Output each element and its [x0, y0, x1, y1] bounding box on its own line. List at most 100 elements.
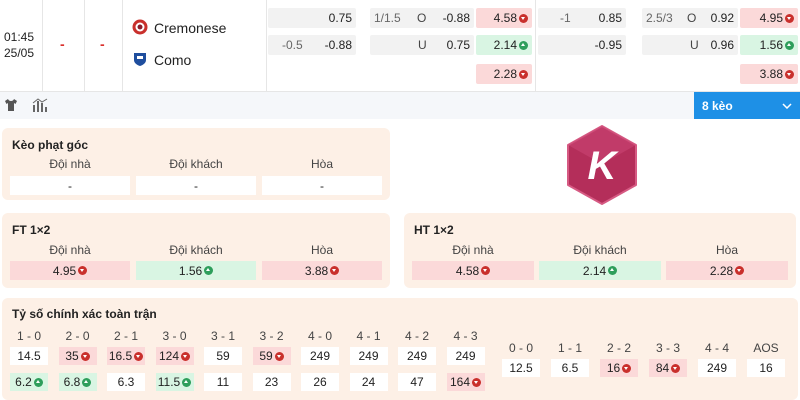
score-odds[interactable]: 16: [747, 359, 785, 377]
score-odds[interactable]: 59: [204, 347, 242, 365]
score-odds[interactable]: 11: [204, 373, 242, 391]
score-odds[interactable]: 249: [698, 359, 736, 377]
odds-ht-1x2-home[interactable]: 4.95: [740, 8, 798, 28]
corner-panel: Kèo phạt góc Đội nhà Đội khách Hòa - - -: [2, 128, 390, 200]
ht-panel: HT 1×2 Đội nhà Đội khách Hòa 4.58 2.14 2…: [404, 213, 796, 288]
match-date: 25/05: [4, 46, 35, 60]
odds-1x2-home[interactable]: 4.58: [476, 8, 532, 28]
score-odds[interactable]: 35: [58, 347, 97, 365]
arrow-down-icon: [274, 351, 284, 361]
score-header: 2 - 2: [606, 341, 631, 355]
ht-draw-odds[interactable]: 2.28: [666, 261, 788, 280]
corner-away-odds[interactable]: -: [136, 176, 256, 195]
corner-header-home: Đội nhà: [49, 157, 91, 171]
score-header: AOS: [753, 341, 779, 355]
odds-ht-hdp-home[interactable]: -1 0.85: [538, 8, 626, 28]
score-header: 2 - 1: [113, 329, 138, 343]
arrow-up-icon: [82, 377, 92, 387]
score-header: 3 - 3: [655, 341, 680, 355]
score-odds[interactable]: 11.5: [155, 373, 194, 391]
ft-home-odds[interactable]: 4.95: [10, 261, 130, 280]
ht-home-odds[interactable]: 4.58: [412, 261, 534, 280]
odds-ht-1x2-away[interactable]: 1.56: [740, 35, 798, 55]
score-odds[interactable]: 16.5: [107, 347, 145, 365]
score-odds[interactable]: 249: [301, 347, 339, 365]
score-odds[interactable]: 124: [155, 347, 194, 365]
arrow-down-icon: [181, 351, 191, 361]
score-header: 0 - 0: [508, 341, 533, 355]
score-odds[interactable]: 59: [252, 347, 291, 365]
corner-header-draw: Hòa: [310, 157, 333, 171]
logo-letter: K: [588, 144, 620, 188]
tab-label: 8 kèo: [702, 98, 733, 113]
odds-hdp-away[interactable]: -0.5 -0.88: [268, 35, 356, 55]
correct-score-title: Tỷ số chính xác toàn trận: [12, 307, 157, 321]
score-odds[interactable]: 6.3: [107, 373, 145, 391]
ft-draw-odds[interactable]: 3.88: [262, 261, 382, 280]
odds-ht-1x2-draw[interactable]: 3.88: [740, 64, 798, 84]
ht-away-odds[interactable]: 2.14: [539, 261, 661, 280]
arrow-up-icon: [785, 40, 794, 50]
como-logo-icon: [132, 51, 148, 67]
ht-header-draw: Hòa: [715, 243, 738, 257]
arrow-down-icon: [80, 351, 90, 361]
away-team-name[interactable]: Como: [154, 52, 191, 68]
chevron-down-icon: [782, 102, 792, 109]
score-odds[interactable]: 249: [446, 347, 485, 365]
home-team-name[interactable]: Cremonese: [154, 20, 226, 36]
ht-title: HT 1×2: [414, 223, 454, 237]
arrow-up-icon: [519, 40, 528, 50]
score-odds[interactable]: 47: [398, 373, 436, 391]
score-header: 4 - 2: [404, 329, 429, 343]
score-odds[interactable]: 12.5: [502, 359, 540, 377]
arrow-up-icon: [182, 377, 192, 387]
arrow-down-icon: [481, 266, 491, 275]
score-odds[interactable]: 23: [252, 373, 291, 391]
score-odds[interactable]: 84: [649, 359, 687, 377]
arrow-down-icon: [519, 13, 528, 23]
ht-header-away: Đội khách: [573, 243, 627, 257]
score-odds[interactable]: 14.5: [10, 347, 48, 365]
odds-ou-over[interactable]: 1/1.5 O -0.88: [370, 8, 474, 28]
ft-header-draw: Hòa: [310, 243, 333, 257]
score-odds[interactable]: 24: [349, 373, 388, 391]
score-odds[interactable]: 6.8: [58, 373, 97, 391]
arrow-down-icon: [622, 363, 632, 373]
odds-ht-ou-under[interactable]: U 0.96: [642, 35, 738, 55]
score-odds[interactable]: 249: [398, 347, 436, 365]
toolbar: [0, 92, 800, 119]
ft-title: FT 1×2: [12, 223, 51, 237]
odds-hdp-home[interactable]: 0.75: [268, 8, 356, 28]
arrow-down-icon: [735, 266, 745, 275]
score-odds[interactable]: 249: [349, 347, 388, 365]
odds-ou-under[interactable]: U 0.75: [370, 35, 474, 55]
correct-score-panel: Tỷ số chính xác toàn trận 1 - 0 14.5 6.2 2 …: [2, 298, 798, 400]
score-away: -: [100, 36, 105, 52]
ft-header-home: Đội nhà: [49, 243, 91, 257]
ft-away-odds[interactable]: 1.56: [136, 261, 256, 280]
score-header: 3 - 0: [162, 329, 187, 343]
odds-1x2-draw[interactable]: 2.28: [476, 64, 532, 84]
odds-ht-hdp-away[interactable]: -0.95: [538, 35, 626, 55]
score-header: 4 - 1: [356, 329, 381, 343]
odds-count-tab[interactable]: 8 kèo: [694, 92, 800, 119]
arrow-up-icon: [204, 266, 214, 275]
stats-icon[interactable]: [32, 98, 48, 112]
corner-draw-odds[interactable]: -: [262, 176, 382, 195]
score-odds[interactable]: 6.2: [10, 373, 48, 391]
score-header: 4 - 4: [704, 341, 729, 355]
odds-1x2-away[interactable]: 2.14: [476, 35, 532, 55]
corner-home-odds[interactable]: -: [10, 176, 130, 195]
score-odds[interactable]: 6.5: [551, 359, 589, 377]
score-header: 2 - 0: [65, 329, 90, 343]
odds-ht-ou-over[interactable]: 2.5/3 O 0.92: [642, 8, 738, 28]
score-odds[interactable]: 164: [446, 373, 485, 391]
score-odds[interactable]: 16: [600, 359, 638, 377]
score-header: 1 - 1: [557, 341, 582, 355]
shirt-icon[interactable]: [4, 98, 18, 112]
arrow-down-icon: [472, 377, 482, 387]
arrow-down-icon: [671, 363, 681, 373]
score-odds[interactable]: 26: [301, 373, 339, 391]
arrow-up-icon: [608, 266, 618, 275]
arrow-down-icon: [330, 266, 340, 275]
